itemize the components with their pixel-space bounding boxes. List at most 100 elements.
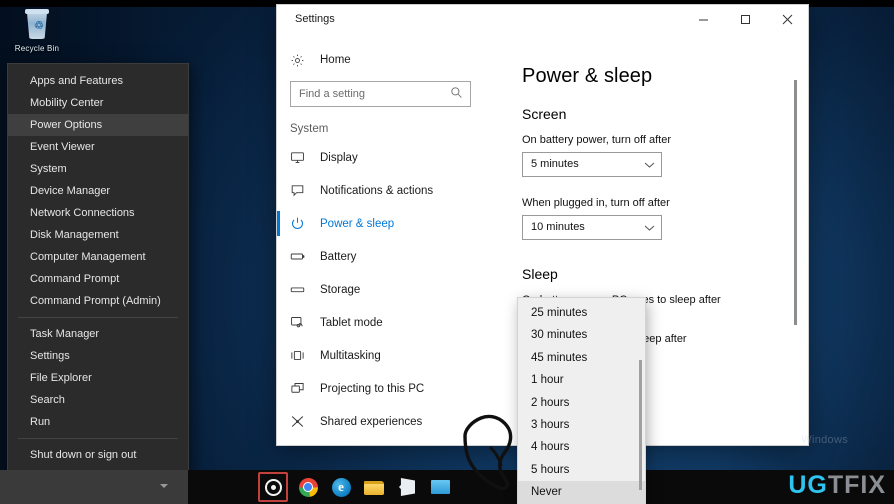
winx-menu-item[interactable]: Mobility Center <box>8 92 188 114</box>
recycle-bin-label: Recycle Bin <box>14 44 60 53</box>
main-scrollbar[interactable] <box>794 80 797 325</box>
desktop-icon-recycle-bin[interactable]: ♲ Recycle Bin <box>6 8 68 59</box>
dropdown-option[interactable]: 4 hours <box>518 436 645 458</box>
winx-menu-item[interactable]: Computer Management <box>8 246 188 268</box>
sidebar-item-shared-experiences[interactable]: Shared experiences <box>277 405 495 438</box>
sidebar-item-label: Battery <box>320 250 357 263</box>
sidebar-item-battery[interactable]: Battery <box>277 240 495 273</box>
window-icon[interactable] <box>427 474 453 500</box>
winx-menu-item[interactable]: Device Manager <box>8 180 188 202</box>
taskbar-start-region[interactable] <box>0 470 188 504</box>
active-indicator <box>277 211 280 236</box>
winx-menu-separator <box>18 317 178 318</box>
sidebar-item-label: Tablet mode <box>320 316 383 329</box>
search-placeholder: Find a setting <box>299 88 366 100</box>
edge-icon[interactable]: e <box>328 474 354 500</box>
sidebar-item-label: Notifications & actions <box>320 184 434 197</box>
winx-menu-item[interactable]: File Explorer <box>8 367 188 389</box>
winx-context-menu[interactable]: Apps and Features Mobility Center Power Op… <box>8 64 188 494</box>
dropdown-option[interactable]: 3 hours <box>518 414 645 436</box>
winx-menu-item[interactable]: Settings <box>8 345 188 367</box>
sidebar-home-label: Home <box>320 54 351 66</box>
dropdown-option[interactable]: 30 minutes <box>518 324 645 346</box>
screen-recorder-icon[interactable] <box>258 472 288 502</box>
chrome-icon[interactable] <box>295 474 321 500</box>
minimize-button[interactable] <box>682 5 724 33</box>
sidebar-item-projecting-to-this-pc[interactable]: Projecting to this PC <box>277 372 495 405</box>
winx-menu-item[interactable]: Command Prompt <box>8 268 188 290</box>
gear-icon <box>290 53 320 68</box>
winx-menu-item[interactable]: Apps and Features <box>8 70 188 92</box>
taskbar-icon-list: e <box>258 470 453 504</box>
field-label-plugged-screen: When plugged in, turn off after <box>522 197 670 209</box>
file-explorer-icon[interactable] <box>361 474 387 500</box>
section-heading-sleep: Sleep <box>522 266 558 282</box>
window-controls <box>682 5 808 33</box>
eye-icon <box>264 478 282 496</box>
page-title: Power & sleep <box>522 65 653 87</box>
dropdown-option[interactable]: Never <box>518 481 645 504</box>
sidebar-item-storage[interactable]: Storage <box>277 273 495 306</box>
dropdown-option[interactable]: 1 hour <box>518 369 645 391</box>
settings-sidebar: Home Find a setting System Display Notifi… <box>277 35 495 445</box>
sidebar-item-label: Projecting to this PC <box>320 382 425 395</box>
share-icon <box>290 414 320 429</box>
sidebar-item-label: Display <box>320 151 358 164</box>
recycle-bin-icon: ♲ <box>20 8 54 42</box>
maximize-button[interactable] <box>724 5 766 33</box>
dropdown-option[interactable]: 25 minutes <box>518 302 645 324</box>
windows-activation-watermark: Windows <box>801 434 848 446</box>
sidebar-item-multitasking[interactable]: Multitasking <box>277 339 495 372</box>
sidebar-item-label: Shared experiences <box>320 415 423 428</box>
winx-menu-item[interactable]: Power Options <box>8 114 188 136</box>
combo-battery-screen-timeout[interactable]: 5 minutes <box>522 152 662 177</box>
sidebar-item-power-sleep[interactable]: Power & sleep <box>277 207 495 240</box>
sleep-timeout-dropdown[interactable]: 25 minutes 30 minutes 45 minutes 1 hour 2 ho… <box>518 298 645 504</box>
search-icon <box>450 86 463 104</box>
chevron-down-icon <box>644 162 655 168</box>
settings-titlebar[interactable]: Settings <box>277 5 808 35</box>
combo-value: 5 minutes <box>531 158 579 170</box>
winx-menu-item[interactable]: Disk Management <box>8 224 188 246</box>
winx-menu-item[interactable]: Event Viewer <box>8 136 188 158</box>
winx-menu-item[interactable]: System <box>8 158 188 180</box>
storage-icon <box>290 282 320 297</box>
taskbar-caret-icon <box>160 484 168 488</box>
winx-menu-item[interactable]: Search <box>8 389 188 411</box>
multitasking-icon <box>290 348 320 363</box>
screen-root: ♲ Recycle Bin Apps and Features Mobility … <box>0 0 894 504</box>
combo-plugged-screen-timeout[interactable]: 10 minutes <box>522 215 662 240</box>
close-button[interactable] <box>766 5 808 33</box>
combo-value: 10 minutes <box>531 221 585 233</box>
taskbar[interactable]: e <box>0 470 894 504</box>
brand-watermark: UGTFIX <box>788 471 886 500</box>
monitor-icon <box>290 150 320 165</box>
sidebar-item-label: Multitasking <box>320 349 381 362</box>
window-title: Settings <box>295 13 335 25</box>
sidebar-item-display[interactable]: Display <box>277 141 495 174</box>
dropdown-option[interactable]: 2 hours <box>518 392 645 414</box>
sidebar-item-tablet-mode[interactable]: Tablet mode <box>277 306 495 339</box>
sidebar-item-label: Power & sleep <box>320 217 395 230</box>
dropdown-scrollbar[interactable] <box>639 360 642 490</box>
winx-menu-item[interactable]: Shut down or sign out <box>8 444 188 466</box>
winx-menu-item[interactable]: Task Manager <box>8 323 188 345</box>
sidebar-item-label: Storage <box>320 283 361 296</box>
section-heading-screen: Screen <box>522 106 567 122</box>
microsoft-store-icon[interactable] <box>394 474 420 500</box>
notification-icon <box>290 183 320 198</box>
winx-menu-item[interactable]: Network Connections <box>8 202 188 224</box>
winx-menu-item[interactable]: Run <box>8 411 188 433</box>
sidebar-item-notifications-actions[interactable]: Notifications & actions <box>277 174 495 207</box>
search-input[interactable]: Find a setting <box>290 81 471 107</box>
power-icon <box>290 216 320 231</box>
project-icon <box>290 381 320 396</box>
winx-menu-item[interactable]: Command Prompt (Admin) <box>8 290 188 312</box>
winx-menu-separator <box>18 438 178 439</box>
dropdown-option[interactable]: 5 hours <box>518 459 645 481</box>
dropdown-option[interactable]: 45 minutes <box>518 347 645 369</box>
sidebar-group-header: System <box>290 123 329 135</box>
tablet-icon <box>290 315 320 330</box>
chevron-down-icon <box>644 225 655 231</box>
sidebar-item-home[interactable]: Home <box>277 45 495 75</box>
